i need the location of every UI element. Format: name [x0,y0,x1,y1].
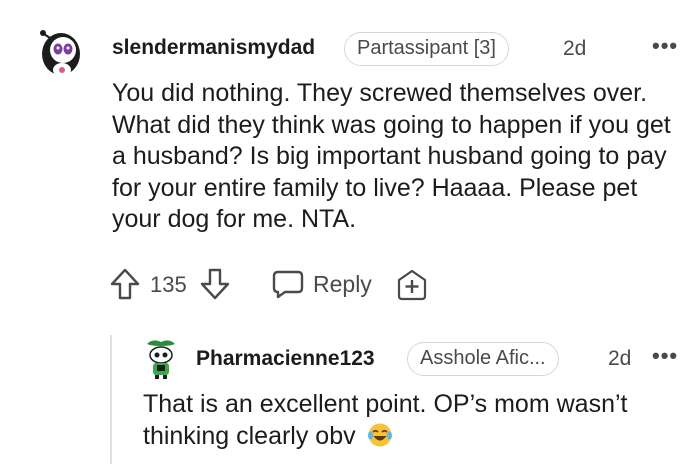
reply-timestamp: 2d [608,347,632,370]
award-add-icon[interactable] [396,269,428,301]
reply-username[interactable]: Pharmacienne123 [196,347,375,371]
reply-label: Reply [313,271,372,297]
comment-body: You did nothing. They screwed themselves… [112,79,671,233]
downvote-icon[interactable] [200,268,230,300]
tears-of-joy-emoji [367,423,392,446]
vote-count: 135 [150,272,187,297]
reply-bubble-icon [272,270,304,299]
user-flair: Partassipant [3] [344,32,509,66]
thread-line[interactable] [110,335,112,464]
reply-body: That is an excellent point. OP’s mom was… [143,389,693,452]
snoo-avatar-icon [40,30,80,77]
reply-user-flair: Asshole Afic... [407,342,559,376]
user-avatar[interactable] [36,26,86,80]
reply-more-options-icon[interactable]: ••• [652,343,678,369]
more-options-icon[interactable]: ••• [652,33,678,59]
comment-timestamp: 2d [563,37,587,60]
reply-user-avatar[interactable] [143,338,179,380]
reply-button[interactable]: Reply [272,266,382,302]
comment-username[interactable]: slendermanismydad [112,36,315,60]
upvote-icon[interactable] [110,268,140,300]
snoo-avatar-icon [147,340,175,379]
